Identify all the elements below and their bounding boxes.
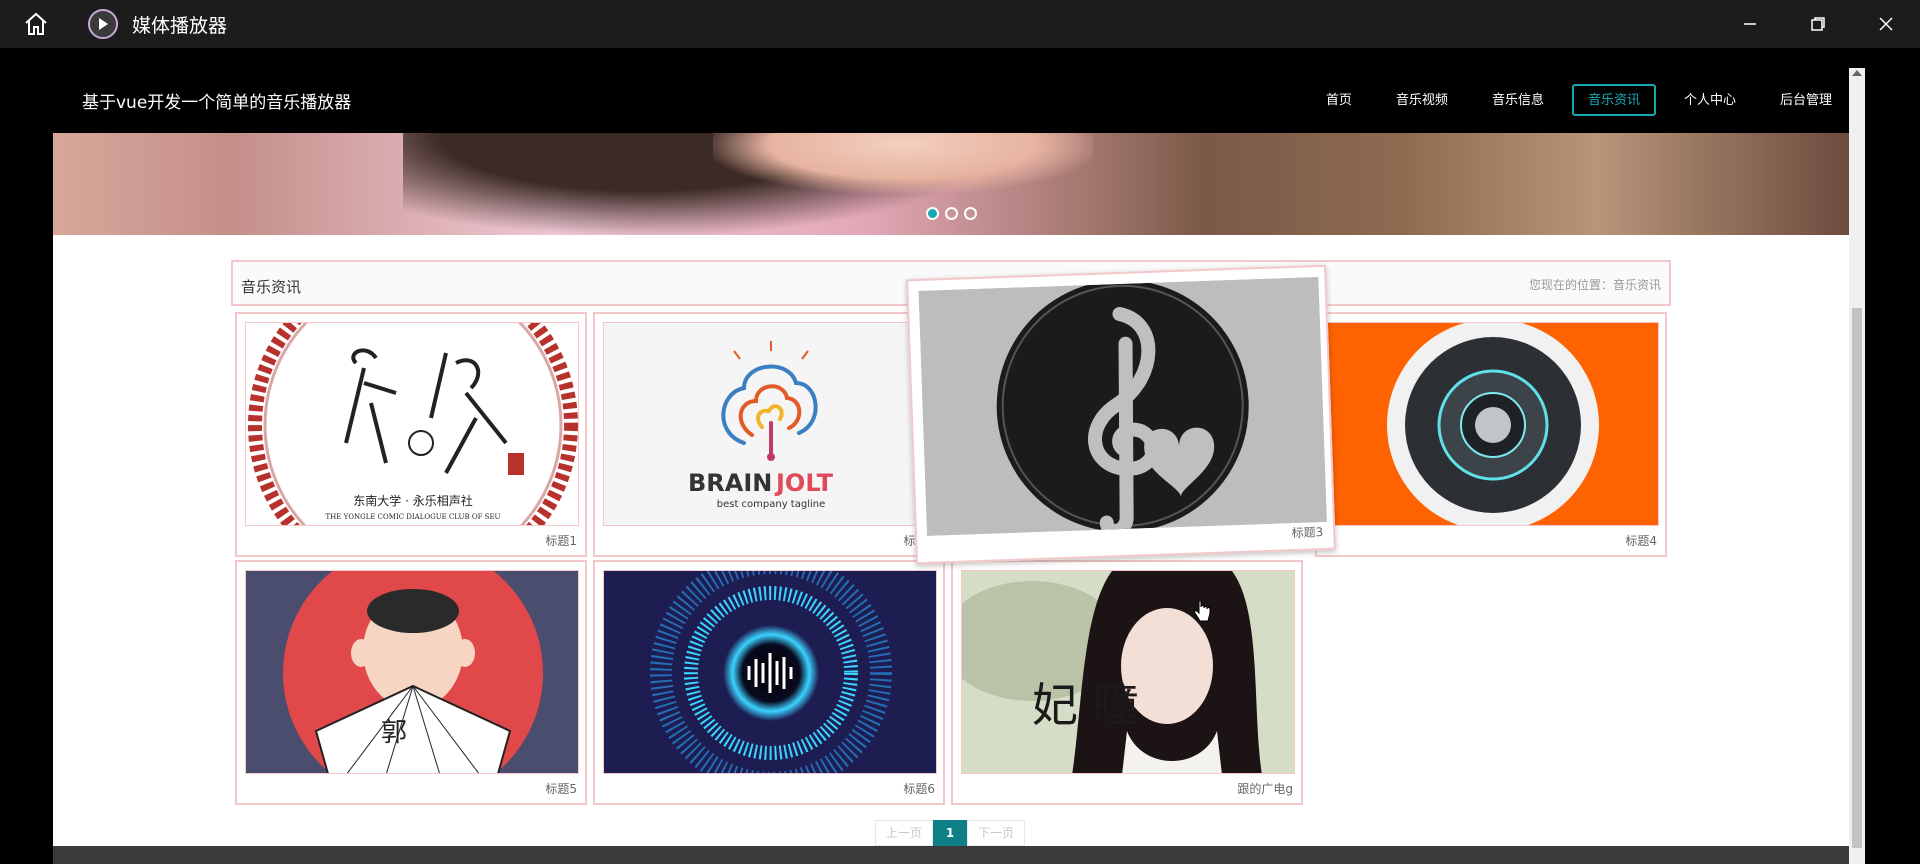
carousel-dot-2[interactable]	[945, 207, 958, 220]
news-card-caption: 跟的广电g	[1237, 782, 1293, 796]
next-page-button[interactable]: 下一页	[967, 820, 1026, 846]
svg-text:best company tagline: best company tagline	[717, 499, 826, 510]
news-card-image[interactable]	[603, 570, 937, 774]
close-icon	[1879, 17, 1893, 31]
news-card-image[interactable]	[1325, 322, 1659, 526]
page-scrollbar[interactable]	[1849, 68, 1865, 864]
module-title: 音乐资讯	[241, 278, 302, 296]
news-card-caption: 标题6	[903, 782, 935, 796]
page-viewport: 基于vue开发一个简单的音乐播放器 首页 音乐视频 音乐信息 音乐资讯 个人中心…	[0, 48, 1920, 864]
svg-text:妃 瞳: 妃 瞳	[1032, 678, 1139, 732]
news-card-caption: 标题4	[1625, 534, 1657, 548]
news-card-image[interactable]: 郭	[245, 570, 579, 774]
site-header: 基于vue开发一个简单的音乐播放器 首页 音乐视频 音乐信息 音乐资讯 个人中心…	[53, 48, 1849, 133]
carousel-dot-1[interactable]	[926, 207, 939, 220]
carousel-dot-3[interactable]	[964, 207, 977, 220]
news-card-caption: 标题1	[545, 534, 577, 548]
window-controls	[1716, 0, 1920, 48]
carousel-dots	[926, 207, 977, 220]
news-card-caption: 标题5	[545, 782, 577, 796]
web-content: 基于vue开发一个简单的音乐播放器 首页 音乐视频 音乐信息 音乐资讯 个人中心…	[53, 48, 1849, 864]
nav-home[interactable]: 首页	[1310, 84, 1368, 116]
pagination: 上一页 1 下一页	[875, 820, 1026, 846]
home-button[interactable]	[0, 0, 72, 48]
breadcrumb: 您现在的位置：音乐资讯	[1528, 278, 1661, 292]
media-player-app-icon	[88, 9, 118, 39]
news-card-image[interactable]: 妃 瞳	[961, 570, 1295, 774]
restore-button[interactable]	[1784, 0, 1852, 48]
nav-music-info[interactable]: 音乐信息	[1476, 84, 1560, 116]
svg-text:郭: 郭	[381, 718, 407, 748]
nav-music-news[interactable]: 音乐资讯	[1571, 84, 1656, 116]
nav-personal-center[interactable]: 个人中心	[1668, 84, 1752, 116]
svg-text:THE YONGLE COMIC DIALOGUE CLUB: THE YONGLE COMIC DIALOGUE CLUB OF SEU	[326, 513, 501, 521]
news-card-7[interactable]: 妃 瞳 跟的广电g	[951, 560, 1303, 805]
svg-text:东南大学 · 永乐相声社: 东南大学 · 永乐相声社	[353, 493, 472, 508]
home-icon	[25, 12, 47, 35]
page-1-button[interactable]: 1	[933, 820, 968, 846]
news-card-2[interactable]: BRAIN JOLT best company tagline 标题2	[593, 312, 945, 557]
svg-text:BRAIN: BRAIN	[688, 469, 772, 497]
news-card-4[interactable]: 标题4	[1315, 312, 1667, 557]
main-nav: 首页 音乐视频 音乐信息 音乐资讯 个人中心 后台管理	[1298, 84, 1848, 116]
nav-music-video[interactable]: 音乐视频	[1380, 84, 1464, 116]
news-card-image[interactable]	[918, 277, 1327, 536]
news-card-5[interactable]: 郭 标题5	[235, 560, 587, 805]
window-titlebar: 媒体播放器	[0, 0, 1920, 48]
bottom-bar	[53, 846, 1849, 864]
news-card-caption: 标题3	[1291, 525, 1324, 541]
nav-admin[interactable]: 后台管理	[1764, 84, 1848, 116]
window-title: 媒体播放器	[132, 14, 228, 37]
scrollbar-thumb[interactable]	[1852, 308, 1862, 848]
news-card-3[interactable]: 标题3	[906, 264, 1336, 565]
hand-cursor-icon	[1194, 601, 1211, 622]
news-card-6[interactable]: 标题6	[593, 560, 945, 805]
close-button[interactable]	[1852, 0, 1920, 48]
prev-page-button[interactable]: 上一页	[875, 820, 934, 846]
news-card-image[interactable]: 东南大学 · 永乐相声社 THE YONGLE COMIC DIALOGUE C…	[245, 322, 579, 526]
minimize-button[interactable]	[1716, 0, 1784, 48]
restore-icon	[1811, 17, 1825, 31]
scroll-up-arrow-icon[interactable]	[1852, 70, 1862, 76]
news-card-image[interactable]: BRAIN JOLT best company tagline	[603, 322, 937, 526]
svg-text:JOLT: JOLT	[774, 469, 834, 497]
site-title: 基于vue开发一个简单的音乐播放器	[82, 93, 352, 113]
minimize-icon	[1744, 23, 1756, 25]
news-card-1[interactable]: 东南大学 · 永乐相声社 THE YONGLE COMIC DIALOGUE C…	[235, 312, 587, 557]
